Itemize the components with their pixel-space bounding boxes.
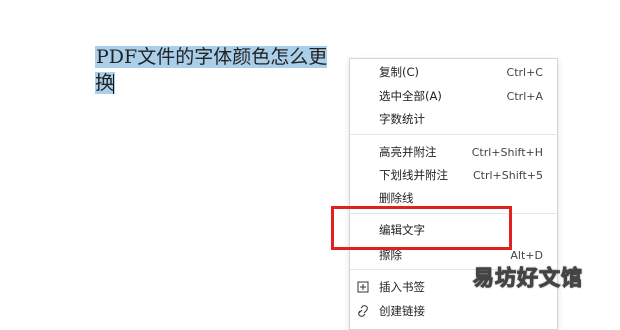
menu-item-shortcut: Alt+D — [510, 248, 543, 262]
menu-item-label: 选中全部(A) — [379, 89, 442, 103]
menu-item-label: 下划线并附注 — [379, 168, 448, 182]
menu-item-label: 删除线 — [379, 191, 414, 205]
menu-item-shortcut: Ctrl+Shift+H — [471, 145, 543, 159]
menu-item-label: 高亮并附注 — [379, 145, 437, 159]
menu-item-copy[interactable]: 复制(C) Ctrl+C — [350, 60, 557, 84]
menu-item-label: 字数统计 — [379, 112, 425, 126]
menu-item-shortcut: Ctrl+C — [506, 65, 543, 79]
menu-item-label: 创建链接 — [379, 304, 425, 318]
menu-item-word-count[interactable]: 字数统计 — [350, 107, 557, 131]
selected-text[interactable]: PDF文件的字体颜色怎么更换 — [95, 46, 328, 94]
menu-item-create-link[interactable]: 创建链接 — [350, 299, 557, 323]
menu-separator — [350, 134, 557, 135]
menu-item-select-all[interactable]: 选中全部(A) Ctrl+A — [350, 84, 557, 108]
menu-item-label: 插入书签 — [379, 280, 425, 294]
menu-item-label: 复制(C) — [379, 65, 420, 79]
text-cursor — [113, 74, 115, 94]
document-selected-text[interactable]: PDF文件的字体颜色怎么更换 — [95, 44, 346, 96]
menu-item-shortcut: Ctrl+Shift+5 — [472, 168, 543, 182]
menu-item-underline-note[interactable]: 下划线并附注 Ctrl+Shift+5 — [350, 163, 557, 187]
link-icon — [358, 305, 368, 317]
watermark: 易坊好文馆 — [473, 266, 583, 291]
bookmark-icon — [357, 281, 369, 293]
red-highlight-annotation — [331, 206, 512, 250]
menu-item-shortcut: Ctrl+A — [506, 89, 543, 103]
menu-item-highlight-note[interactable]: 高亮并附注 Ctrl+Shift+H — [350, 140, 557, 164]
